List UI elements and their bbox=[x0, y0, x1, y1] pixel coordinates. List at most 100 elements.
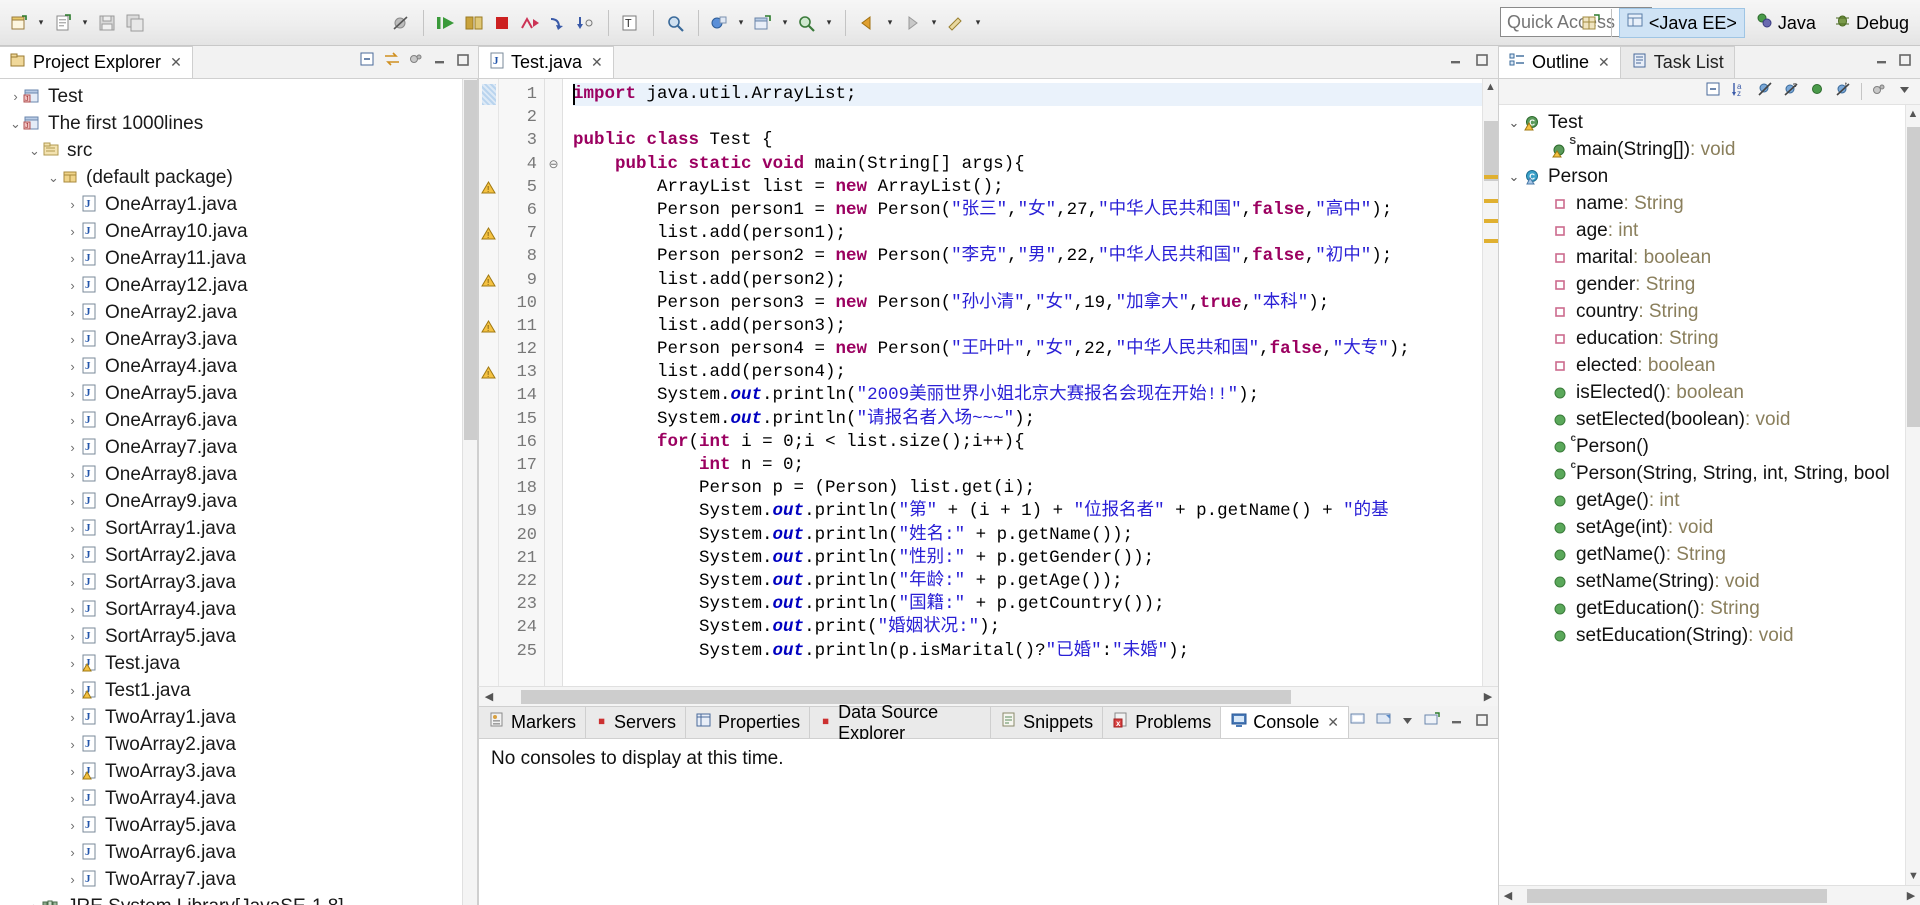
chevron-right-icon[interactable]: › bbox=[65, 845, 80, 860]
tab-outline[interactable]: Outline ✕ bbox=[1499, 46, 1621, 78]
tree-item-sortarray4-java[interactable]: › J SortArray4.java bbox=[0, 596, 477, 623]
tab-console[interactable]: Console ✕ bbox=[1221, 706, 1349, 738]
scroll-right-arrow[interactable]: ▶ bbox=[1478, 690, 1498, 703]
chevron-right-icon[interactable]: › bbox=[65, 251, 80, 266]
code-line[interactable]: System.out.println("2009美丽世界小姐北京大赛报名会现在开… bbox=[573, 384, 1482, 407]
fold-collapse-icon[interactable]: ⊖ bbox=[545, 153, 562, 176]
chevron-right-icon[interactable]: › bbox=[65, 548, 80, 563]
tree-item-twoarray5-java[interactable]: › J TwoArray5.java bbox=[0, 812, 477, 839]
chevron-right-icon[interactable]: › bbox=[65, 629, 80, 644]
last-edit-dropdown[interactable]: ▾ bbox=[971, 10, 985, 36]
open-perspective-icon[interactable] bbox=[1578, 10, 1604, 36]
chevron-down-icon[interactable] bbox=[1897, 82, 1912, 102]
tree-item-onearray8-java[interactable]: › J OneArray8.java bbox=[0, 461, 477, 488]
code-line[interactable]: import java.util.ArrayList; bbox=[573, 83, 1482, 107]
tab-task-list[interactable]: Task List bbox=[1620, 46, 1735, 78]
tree-item-onearray6-java[interactable]: › J OneArray6.java bbox=[0, 407, 477, 434]
tab-test-java[interactable]: J Test.java ✕ bbox=[478, 46, 614, 78]
overview-ruler-warning[interactable] bbox=[1484, 199, 1498, 203]
code-line[interactable]: Person person3 = new Person("孙小清","女",19… bbox=[573, 292, 1482, 315]
tree-item-onearray2-java[interactable]: › J OneArray2.java bbox=[0, 299, 477, 326]
tab-snippets[interactable]: Snippets bbox=[991, 706, 1104, 738]
maximize-icon[interactable] bbox=[455, 52, 471, 73]
new-java-class-dropdown[interactable]: ▾ bbox=[78, 10, 92, 36]
java-search-icon[interactable] bbox=[794, 10, 820, 36]
warning-marker-icon[interactable]: ! bbox=[481, 226, 496, 241]
chevron-right-icon[interactable]: › bbox=[65, 575, 80, 590]
chevron-right-icon[interactable]: › bbox=[65, 467, 80, 482]
terminate-icon[interactable] bbox=[489, 10, 515, 36]
display-selected-console-icon[interactable] bbox=[1375, 711, 1392, 733]
close-icon[interactable]: ✕ bbox=[1327, 714, 1339, 731]
hide-static-icon[interactable]: s bbox=[1783, 81, 1800, 103]
new-java-class-icon[interactable] bbox=[50, 10, 76, 36]
view-menu-icon[interactable] bbox=[1871, 81, 1888, 103]
close-icon[interactable]: ✕ bbox=[591, 54, 603, 71]
outline-item-geteducation[interactable]: getEducation() : String bbox=[1499, 595, 1920, 622]
minimize-icon[interactable] bbox=[1448, 52, 1464, 73]
forward-icon[interactable] bbox=[899, 10, 925, 36]
tree-item-sortarray5-java[interactable]: › J SortArray5.java bbox=[0, 623, 477, 650]
hide-local-types-icon[interactable]: t bbox=[1835, 81, 1852, 103]
chevron-down-icon[interactable]: ⌄ bbox=[1505, 115, 1523, 131]
scroll-up-arrow[interactable]: ▲ bbox=[1485, 79, 1496, 96]
debug-icon[interactable] bbox=[461, 10, 487, 36]
code-line[interactable]: list.add(person2); bbox=[573, 269, 1482, 292]
overview-ruler-warning[interactable] bbox=[1484, 239, 1498, 243]
skip-all-breakpoints-icon[interactable] bbox=[388, 10, 414, 36]
outline-item-marital[interactable]: marital : boolean bbox=[1499, 244, 1920, 271]
code-line[interactable]: list.add(person3); bbox=[573, 315, 1482, 338]
collapse-all-icon[interactable] bbox=[359, 51, 376, 73]
new-wizard-dropdown[interactable]: ▾ bbox=[34, 10, 48, 36]
link-with-editor-icon[interactable] bbox=[383, 51, 401, 73]
outline-vertical-scrollbar[interactable]: ▲ ▼ bbox=[1905, 105, 1920, 885]
outline-item-country[interactable]: country : String bbox=[1499, 298, 1920, 325]
chevron-right-icon[interactable]: › bbox=[65, 737, 80, 752]
chevron-down-icon[interactable]: ⌄ bbox=[46, 170, 61, 186]
perspective-debug[interactable]: Debug bbox=[1827, 8, 1916, 38]
back-dropdown[interactable]: ▾ bbox=[883, 10, 897, 36]
tree-item-twoarray7-java[interactable]: › J TwoArray7.java bbox=[0, 866, 477, 893]
chevron-right-icon[interactable]: › bbox=[65, 332, 80, 347]
tab-markers[interactable]: Markers bbox=[479, 706, 587, 738]
minimize-icon[interactable] bbox=[1874, 52, 1890, 73]
close-icon[interactable]: ✕ bbox=[1598, 54, 1610, 71]
tree-item-onearray1-java[interactable]: › J OneArray1.java bbox=[0, 191, 477, 218]
outline-item-test[interactable]: ⌄ C Test bbox=[1499, 109, 1920, 136]
code-line[interactable] bbox=[573, 106, 1482, 129]
warning-marker-icon[interactable]: ! bbox=[481, 180, 496, 195]
outline-item-main-string[interactable]: Smain(String[]) : void bbox=[1499, 136, 1920, 163]
code-line[interactable]: Person p = (Person) list.get(i); bbox=[573, 477, 1482, 500]
project-explorer-vertical-scrollbar[interactable] bbox=[462, 79, 477, 905]
sort-icon[interactable]: az bbox=[1731, 81, 1748, 103]
close-icon[interactable]: ✕ bbox=[170, 54, 182, 71]
scroll-left-arrow[interactable]: ◀ bbox=[479, 690, 499, 703]
outline-item-elected[interactable]: elected : boolean bbox=[1499, 352, 1920, 379]
chevron-right-icon[interactable]: › bbox=[65, 656, 80, 671]
forward-dropdown[interactable]: ▾ bbox=[927, 10, 941, 36]
chevron-right-icon[interactable]: › bbox=[65, 413, 80, 428]
outline-item-person-string-string-int-string-bool[interactable]: c Person(String, String, int, String, boo… bbox=[1499, 460, 1920, 487]
outline-item-getname[interactable]: getName() : String bbox=[1499, 541, 1920, 568]
overview-ruler-warning[interactable] bbox=[1484, 175, 1498, 179]
open-type-icon[interactable]: T bbox=[618, 10, 644, 36]
tree-item-twoarray1-java[interactable]: › J TwoArray1.java bbox=[0, 704, 477, 731]
tree-item-test[interactable]: › J Test bbox=[0, 83, 477, 110]
code-line[interactable]: Person person2 = new Person("李克","男",22,… bbox=[573, 245, 1482, 268]
code-line[interactable]: public class Test { bbox=[573, 129, 1482, 152]
code-line[interactable]: list.add(person1); bbox=[573, 222, 1482, 245]
code-line[interactable]: for(int i = 0;i < list.size();i++){ bbox=[573, 431, 1482, 454]
tree-item-the-first-1000lines[interactable]: ⌄ J The first 1000lines bbox=[0, 110, 477, 137]
java-search-dropdown[interactable]: ▾ bbox=[822, 10, 836, 36]
editor-marker-bar[interactable]: !!!!! bbox=[479, 79, 499, 686]
tree-item-twoarray3-java[interactable]: › J TwoArray3.java bbox=[0, 758, 477, 785]
code-line[interactable]: System.out.println("性别:" + p.getGender()… bbox=[573, 547, 1482, 570]
scroll-down-arrow[interactable]: ▼ bbox=[1906, 867, 1920, 885]
code-line[interactable]: System.out.println("姓名:" + p.getName()); bbox=[573, 524, 1482, 547]
chevron-right-icon[interactable]: › bbox=[27, 899, 42, 905]
tree-item-jre-system-library[interactable]: › JRE System Library [JavaSE-1.8] bbox=[0, 893, 477, 905]
chevron-right-icon[interactable]: › bbox=[65, 710, 80, 725]
outline-item-setname-string[interactable]: setName(String) : void bbox=[1499, 568, 1920, 595]
tree-item-onearray4-java[interactable]: › J OneArray4.java bbox=[0, 353, 477, 380]
external-tools-icon[interactable] bbox=[706, 10, 732, 36]
